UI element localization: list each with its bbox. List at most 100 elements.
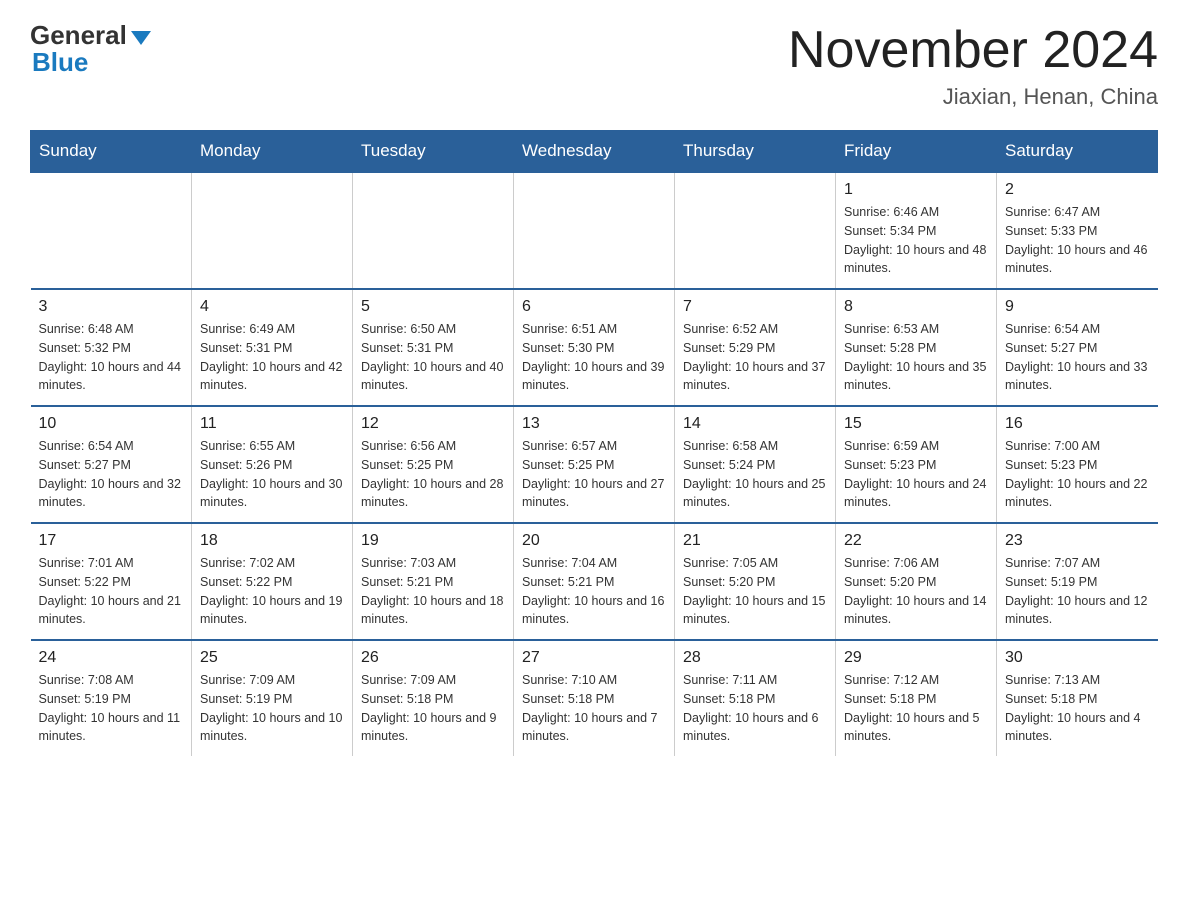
day-info: Sunrise: 7:04 AMSunset: 5:21 PMDaylight:…: [522, 554, 666, 629]
calendar-header-row: SundayMondayTuesdayWednesdayThursdayFrid…: [31, 131, 1158, 173]
calendar-day-cell: 10Sunrise: 6:54 AMSunset: 5:27 PMDayligh…: [31, 406, 192, 523]
weekday-header-wednesday: Wednesday: [514, 131, 675, 173]
day-info: Sunrise: 6:58 AMSunset: 5:24 PMDaylight:…: [683, 437, 827, 512]
day-number: 5: [361, 298, 505, 316]
calendar-day-cell: 28 Sunrise: 7:11 AMSunset: 5:18 PMDayligh…: [675, 640, 836, 756]
day-info: Sunrise: 7:06 AMSunset: 5:20 PMDaylight:…: [844, 554, 988, 629]
calendar-day-cell: 9Sunrise: 6:54 AMSunset: 5:27 PMDaylight…: [997, 289, 1158, 406]
calendar-day-cell: 26Sunrise: 7:09 AMSunset: 5:18 PMDayligh…: [353, 640, 514, 756]
calendar-day-cell: 1Sunrise: 6:46 AMSunset: 5:34 PMDaylight…: [836, 172, 997, 289]
calendar-day-cell: 19 Sunrise: 7:03 AMSunset: 5:21 PMDayligh…: [353, 523, 514, 640]
weekday-header-sunday: Sunday: [31, 131, 192, 173]
calendar-day-cell: 14 Sunrise: 6:58 AMSunset: 5:24 PMDayligh…: [675, 406, 836, 523]
calendar-day-cell: 11Sunrise: 6:55 AMSunset: 5:26 PMDayligh…: [192, 406, 353, 523]
weekday-header-saturday: Saturday: [997, 131, 1158, 173]
calendar-day-cell: 2 Sunrise: 6:47 AMSunset: 5:33 PMDaylight…: [997, 172, 1158, 289]
calendar-day-cell: 8 Sunrise: 6:53 AMSunset: 5:28 PMDaylight…: [836, 289, 997, 406]
day-number: 6: [522, 298, 666, 316]
day-info: Sunrise: 6:57 AMSunset: 5:25 PMDaylight:…: [522, 437, 666, 512]
calendar-day-cell: 21 Sunrise: 7:05 AMSunset: 5:20 PMDayligh…: [675, 523, 836, 640]
day-info: Sunrise: 7:12 AMSunset: 5:18 PMDaylight:…: [844, 671, 988, 746]
day-info: Sunrise: 7:02 AMSunset: 5:22 PMDaylight:…: [200, 554, 344, 629]
calendar-day-cell: 22 Sunrise: 7:06 AMSunset: 5:20 PMDayligh…: [836, 523, 997, 640]
day-number: 30: [1005, 649, 1150, 667]
calendar-day-cell: 5 Sunrise: 6:50 AMSunset: 5:31 PMDaylight…: [353, 289, 514, 406]
empty-cell: [31, 172, 192, 289]
day-info: Sunrise: 7:00 AMSunset: 5:23 PMDaylight:…: [1005, 437, 1150, 512]
page-header: General Blue November 2024 Jiaxian, Hena…: [30, 20, 1158, 110]
day-info: Sunrise: 7:13 AMSunset: 5:18 PMDaylight:…: [1005, 671, 1150, 746]
day-info: Sunrise: 7:07 AMSunset: 5:19 PMDaylight:…: [1005, 554, 1150, 629]
day-number: 2: [1005, 181, 1150, 199]
day-number: 14: [683, 415, 827, 433]
day-number: 23: [1005, 532, 1150, 550]
logo-arrow-icon: [131, 31, 151, 45]
calendar-day-cell: 13 Sunrise: 6:57 AMSunset: 5:25 PMDayligh…: [514, 406, 675, 523]
calendar-day-cell: 30 Sunrise: 7:13 AMSunset: 5:18 PMDayligh…: [997, 640, 1158, 756]
day-number: 9: [1005, 298, 1150, 316]
day-number: 11: [200, 415, 344, 433]
calendar-week-row: 24 Sunrise: 7:08 AMSunset: 5:19 PMDayligh…: [31, 640, 1158, 756]
day-info: Sunrise: 7:09 AMSunset: 5:19 PMDaylight:…: [200, 671, 344, 746]
day-number: 1: [844, 181, 988, 199]
day-info: Sunrise: 7:10 AMSunset: 5:18 PMDaylight:…: [522, 671, 666, 746]
day-info: Sunrise: 7:08 AMSunset: 5:19 PMDaylight:…: [39, 671, 184, 746]
day-number: 13: [522, 415, 666, 433]
day-info: Sunrise: 6:53 AMSunset: 5:28 PMDaylight:…: [844, 320, 988, 395]
calendar-day-cell: 24 Sunrise: 7:08 AMSunset: 5:19 PMDayligh…: [31, 640, 192, 756]
day-number: 26: [361, 649, 505, 667]
weekday-header-friday: Friday: [836, 131, 997, 173]
day-info: Sunrise: 6:52 AMSunset: 5:29 PMDaylight:…: [683, 320, 827, 395]
empty-cell: [675, 172, 836, 289]
day-number: 21: [683, 532, 827, 550]
calendar-title-area: November 2024 Jiaxian, Henan, China: [788, 20, 1158, 110]
day-number: 3: [39, 298, 184, 316]
day-number: 15: [844, 415, 988, 433]
calendar-day-cell: 20Sunrise: 7:04 AMSunset: 5:21 PMDayligh…: [514, 523, 675, 640]
calendar-week-row: 17 Sunrise: 7:01 AMSunset: 5:22 PMDayligh…: [31, 523, 1158, 640]
day-info: Sunrise: 6:47 AMSunset: 5:33 PMDaylight:…: [1005, 203, 1150, 278]
day-number: 7: [683, 298, 827, 316]
day-info: Sunrise: 6:51 AMSunset: 5:30 PMDaylight:…: [522, 320, 666, 395]
day-number: 8: [844, 298, 988, 316]
day-info: Sunrise: 6:50 AMSunset: 5:31 PMDaylight:…: [361, 320, 505, 395]
calendar-day-cell: 7 Sunrise: 6:52 AMSunset: 5:29 PMDaylight…: [675, 289, 836, 406]
day-info: Sunrise: 7:05 AMSunset: 5:20 PMDaylight:…: [683, 554, 827, 629]
day-number: 10: [39, 415, 184, 433]
day-number: 24: [39, 649, 184, 667]
day-number: 4: [200, 298, 344, 316]
calendar-day-cell: 23 Sunrise: 7:07 AMSunset: 5:19 PMDayligh…: [997, 523, 1158, 640]
day-number: 27: [522, 649, 666, 667]
calendar-day-cell: 29 Sunrise: 7:12 AMSunset: 5:18 PMDayligh…: [836, 640, 997, 756]
day-info: Sunrise: 6:49 AMSunset: 5:31 PMDaylight:…: [200, 320, 344, 395]
location-subtitle: Jiaxian, Henan, China: [788, 84, 1158, 110]
day-info: Sunrise: 6:48 AMSunset: 5:32 PMDaylight:…: [39, 320, 184, 395]
calendar-week-row: 3 Sunrise: 6:48 AMSunset: 5:32 PMDaylight…: [31, 289, 1158, 406]
calendar-day-cell: 16Sunrise: 7:00 AMSunset: 5:23 PMDayligh…: [997, 406, 1158, 523]
calendar-day-cell: 15Sunrise: 6:59 AMSunset: 5:23 PMDayligh…: [836, 406, 997, 523]
day-number: 17: [39, 532, 184, 550]
day-info: Sunrise: 7:01 AMSunset: 5:22 PMDaylight:…: [39, 554, 184, 629]
weekday-header-thursday: Thursday: [675, 131, 836, 173]
calendar-week-row: 1Sunrise: 6:46 AMSunset: 5:34 PMDaylight…: [31, 172, 1158, 289]
calendar-day-cell: 3 Sunrise: 6:48 AMSunset: 5:32 PMDaylight…: [31, 289, 192, 406]
empty-cell: [514, 172, 675, 289]
calendar-day-cell: 27 Sunrise: 7:10 AMSunset: 5:18 PMDayligh…: [514, 640, 675, 756]
day-number: 12: [361, 415, 505, 433]
calendar-day-cell: 25Sunrise: 7:09 AMSunset: 5:19 PMDayligh…: [192, 640, 353, 756]
calendar-day-cell: 18 Sunrise: 7:02 AMSunset: 5:22 PMDayligh…: [192, 523, 353, 640]
calendar-day-cell: 12Sunrise: 6:56 AMSunset: 5:25 PMDayligh…: [353, 406, 514, 523]
weekday-header-monday: Monday: [192, 131, 353, 173]
day-number: 19: [361, 532, 505, 550]
calendar-day-cell: 17 Sunrise: 7:01 AMSunset: 5:22 PMDayligh…: [31, 523, 192, 640]
logo-blue-text: Blue: [32, 47, 88, 78]
empty-cell: [192, 172, 353, 289]
weekday-header-tuesday: Tuesday: [353, 131, 514, 173]
day-number: 29: [844, 649, 988, 667]
day-number: 28: [683, 649, 827, 667]
day-number: 18: [200, 532, 344, 550]
day-info: Sunrise: 7:03 AMSunset: 5:21 PMDaylight:…: [361, 554, 505, 629]
day-info: Sunrise: 7:11 AMSunset: 5:18 PMDaylight:…: [683, 671, 827, 746]
day-number: 22: [844, 532, 988, 550]
calendar-day-cell: 6 Sunrise: 6:51 AMSunset: 5:30 PMDaylight…: [514, 289, 675, 406]
